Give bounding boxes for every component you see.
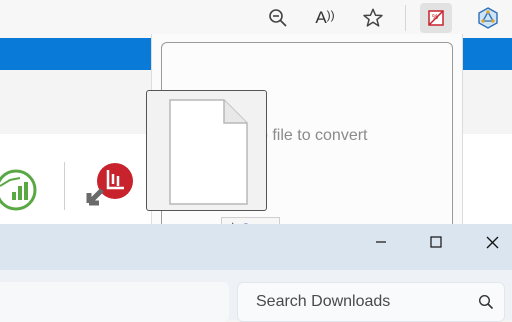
zoom-out-button[interactable]	[262, 3, 294, 33]
downloads-left-panel	[0, 282, 229, 322]
star-icon	[363, 8, 383, 27]
search-downloads-input[interactable]: Search Downloads	[237, 282, 505, 322]
minimize-button[interactable]	[362, 228, 400, 256]
shield-logo-icon	[478, 7, 498, 29]
zoom-out-icon	[269, 9, 287, 27]
drop-zone-label: p file to convert	[259, 127, 368, 144]
maximize-icon	[430, 236, 442, 248]
green-app-icon[interactable]	[0, 168, 38, 217]
pdf-app-icon	[86, 163, 133, 206]
svg-text:%: %	[432, 14, 438, 21]
chart-app-icon	[0, 169, 37, 211]
browser-toolbar: A)) %	[0, 0, 512, 38]
maximize-button[interactable]	[417, 228, 455, 256]
dragged-file-preview[interactable]	[146, 90, 267, 211]
toolbar-separator	[405, 5, 406, 31]
pdf-convert-icon: %	[428, 10, 444, 26]
read-aloud-button[interactable]: A))	[309, 3, 341, 33]
pdf-extension-button[interactable]: %	[420, 3, 452, 33]
app-divider	[64, 162, 65, 210]
favorites-button[interactable]	[357, 3, 389, 33]
search-icon	[478, 294, 494, 310]
close-icon	[486, 236, 498, 248]
read-aloud-icon: A))	[315, 8, 335, 27]
red-app-icon[interactable]	[84, 160, 136, 217]
file-icon	[169, 99, 248, 205]
profile-extension-button[interactable]	[472, 3, 504, 33]
close-button[interactable]	[473, 228, 511, 256]
search-placeholder: Search Downloads	[256, 293, 391, 310]
minimize-icon	[376, 241, 386, 243]
